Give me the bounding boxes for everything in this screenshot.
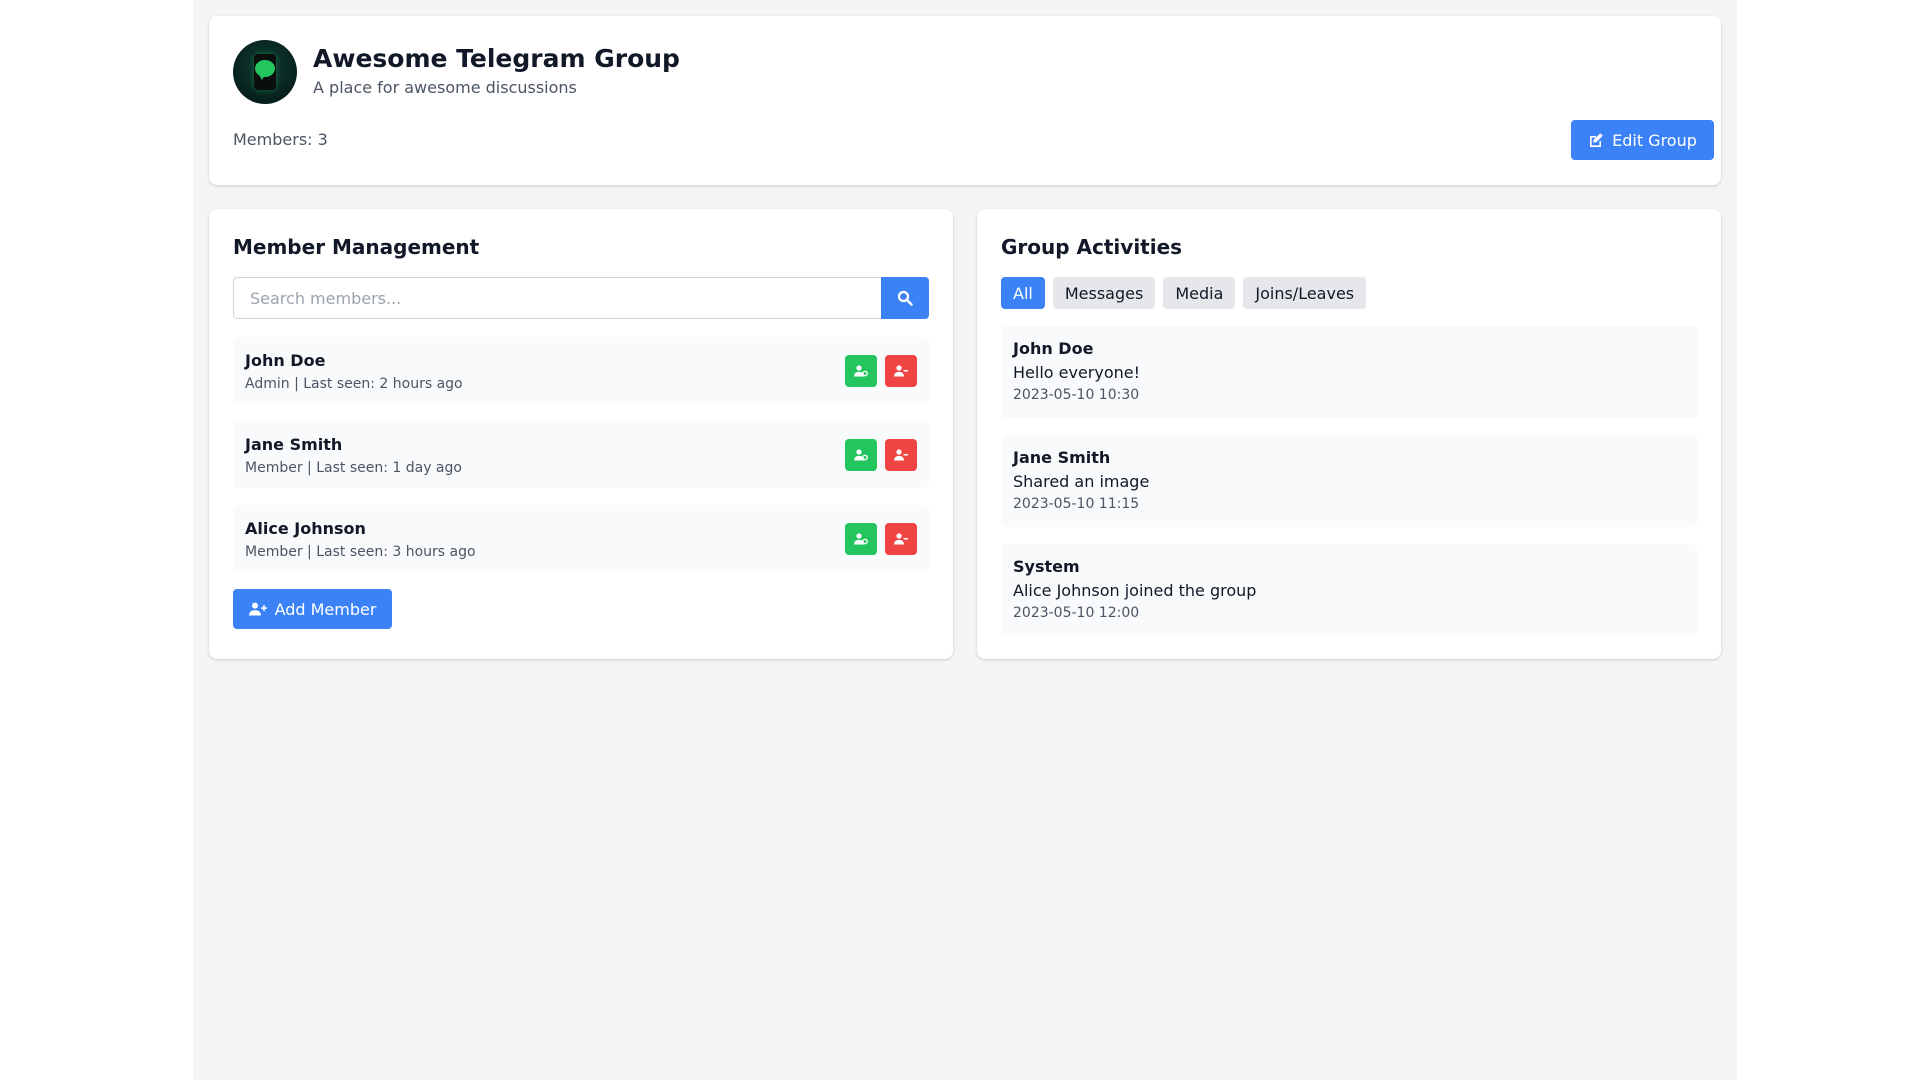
member-management-card: Member Management John Doe Admin | Last … — [209, 209, 953, 659]
activity-filter-tabs: All Messages Media Joins/Leaves — [1001, 277, 1367, 309]
user-minus-icon — [894, 533, 908, 545]
page-container: Awesome Telegram Group A place for aweso… — [193, 0, 1737, 1080]
activity-time: 2023-05-10 11:15 — [1013, 496, 1140, 512]
tab-media[interactable]: Media — [1163, 277, 1236, 309]
activity-item: System Alice Johnson joined the group 20… — [1001, 544, 1697, 636]
edit-icon — [1590, 133, 1603, 147]
member-search — [233, 277, 929, 319]
user-cog-icon — [854, 365, 868, 377]
search-input[interactable] — [233, 277, 881, 319]
remove-member-button[interactable] — [885, 439, 917, 471]
member-row: Jane Smith Member | Last seen: 1 day ago — [233, 421, 929, 488]
add-member-label: Add Member — [274, 599, 377, 619]
member-row: Alice Johnson Member | Last seen: 3 hour… — [233, 505, 929, 572]
user-minus-icon — [894, 449, 908, 461]
remove-member-button[interactable] — [885, 355, 917, 387]
promote-member-button[interactable] — [845, 439, 877, 471]
member-name: Alice Johnson — [245, 519, 366, 538]
activity-text: Hello everyone! — [1013, 363, 1141, 382]
activity-item: Jane Smith Shared an image 2023-05-10 11… — [1001, 435, 1697, 527]
member-name: John Doe — [245, 351, 326, 370]
user-cog-icon — [854, 449, 868, 461]
tab-joins-leaves[interactable]: Joins/Leaves — [1243, 277, 1367, 309]
member-meta: Admin | Last seen: 2 hours ago — [245, 376, 463, 392]
tab-messages[interactable]: Messages — [1052, 277, 1156, 309]
activity-time: 2023-05-10 12:00 — [1013, 605, 1140, 621]
member-row: John Doe Admin | Last seen: 2 hours ago — [233, 337, 929, 404]
search-icon — [897, 290, 913, 306]
group-description: A place for awesome discussions — [313, 78, 577, 97]
member-meta: Member | Last seen: 1 day ago — [245, 460, 462, 476]
user-cog-icon — [854, 533, 868, 545]
activity-text: Alice Johnson joined the group — [1013, 581, 1257, 600]
activity-user: System — [1013, 557, 1080, 576]
activity-time: 2023-05-10 10:30 — [1013, 387, 1140, 403]
member-name: Jane Smith — [245, 435, 343, 454]
edit-group-button[interactable]: Edit Group — [1571, 120, 1714, 160]
user-minus-icon — [894, 365, 908, 377]
activity-user: Jane Smith — [1013, 448, 1111, 467]
group-activities-card: Group Activities All Messages Media Join… — [977, 209, 1721, 659]
remove-member-button[interactable] — [885, 523, 917, 555]
member-management-title: Member Management — [233, 235, 480, 259]
group-activities-title: Group Activities — [1001, 235, 1183, 259]
add-member-button[interactable]: Add Member — [233, 589, 392, 629]
members-count: Members: 3 — [233, 130, 328, 149]
activity-item: John Doe Hello everyone! 2023-05-10 10:3… — [1001, 326, 1697, 418]
member-meta: Member | Last seen: 3 hours ago — [245, 544, 476, 560]
promote-member-button[interactable] — [845, 523, 877, 555]
group-title: Awesome Telegram Group — [313, 44, 680, 73]
group-avatar — [233, 40, 297, 104]
activity-text: Shared an image — [1013, 472, 1150, 491]
tab-all[interactable]: All — [1001, 277, 1045, 309]
user-plus-icon — [248, 602, 267, 616]
activity-user: John Doe — [1013, 339, 1094, 358]
edit-group-label: Edit Group — [1612, 130, 1697, 150]
promote-member-button[interactable] — [845, 355, 877, 387]
search-button[interactable] — [881, 277, 929, 319]
group-header-card: Awesome Telegram Group A place for aweso… — [209, 16, 1721, 185]
